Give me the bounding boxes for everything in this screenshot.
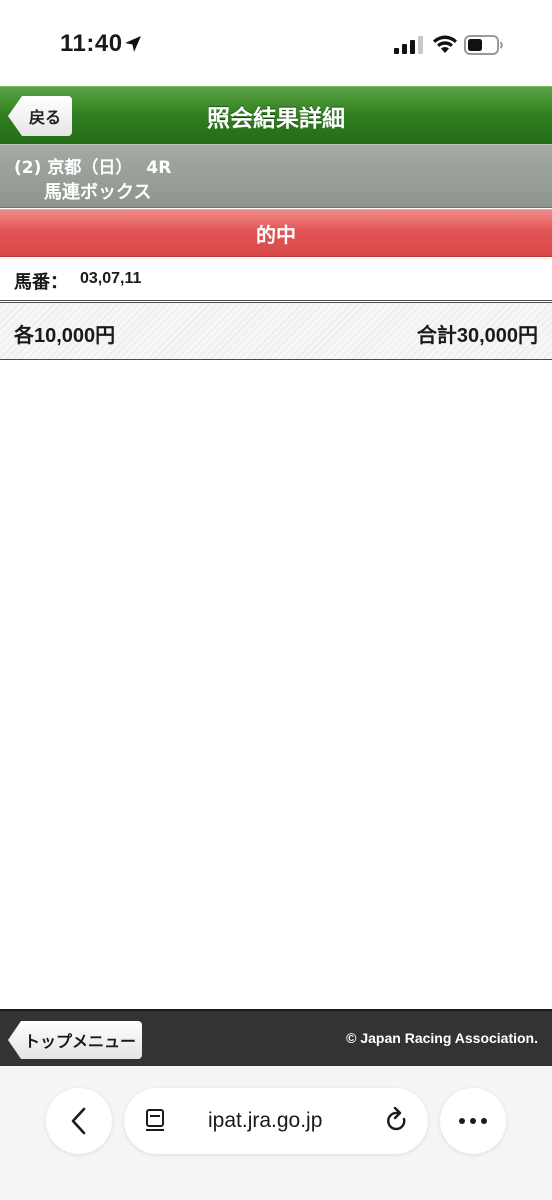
horse-numbers-label: 馬番： bbox=[14, 272, 68, 293]
amount-total: 合計30,000円 bbox=[416, 325, 538, 347]
page-title: 照会結果詳細 bbox=[207, 106, 345, 132]
location-arrow-icon bbox=[125, 36, 141, 52]
status-bar: 11:40 bbox=[0, 0, 552, 86]
page: 11:40 戻る 照会結果詳細 (2) 京都（日） 4R 馬連ボックス 的中 馬… bbox=[0, 0, 552, 1200]
race-venue-day: 京都（日） bbox=[47, 158, 133, 178]
horse-numbers-row: 馬番： 03,07,11 bbox=[0, 257, 552, 301]
more-button[interactable] bbox=[440, 1088, 506, 1154]
result-status-banner: 的中 bbox=[0, 209, 552, 257]
footer-bar: トップメニュー © Japan Racing Association. bbox=[0, 1009, 552, 1068]
wifi-icon bbox=[433, 35, 457, 53]
top-menu-button[interactable]: トップメニュー bbox=[8, 1021, 142, 1059]
back-button[interactable]: 戻る bbox=[8, 96, 72, 136]
reload-icon[interactable] bbox=[384, 1107, 410, 1135]
amount-each: 各10,000円 bbox=[14, 325, 116, 347]
url-text: ipat.jra.go.jp bbox=[208, 1109, 323, 1132]
address-bar[interactable]: ipat.jra.go.jp bbox=[124, 1088, 428, 1154]
amount-row: 各10,000円 合計30,000円 bbox=[0, 302, 552, 360]
race-label: 4R bbox=[146, 158, 172, 178]
bet-type: 馬連ボックス bbox=[44, 182, 152, 203]
more-icon bbox=[459, 1118, 487, 1124]
battery-icon bbox=[464, 35, 503, 55]
app-header: 戻る 照会結果詳細 bbox=[0, 86, 552, 145]
race-heading: (2) 京都（日） 4R bbox=[14, 153, 171, 178]
cellular-signal-icon bbox=[394, 36, 423, 54]
race-number: (2) bbox=[14, 158, 42, 178]
reader-mode-icon bbox=[146, 1109, 164, 1131]
browser-back-button[interactable] bbox=[46, 1088, 112, 1154]
chevron-left-icon bbox=[71, 1107, 86, 1135]
browser-toolbar: ipat.jra.go.jp bbox=[0, 1066, 552, 1200]
status-time: 11:40 bbox=[60, 30, 123, 57]
race-info: (2) 京都（日） 4R 馬連ボックス bbox=[0, 144, 552, 208]
copyright-text: © Japan Racing Association. bbox=[346, 1030, 538, 1046]
horse-numbers-value: 03,07,11 bbox=[80, 270, 142, 287]
